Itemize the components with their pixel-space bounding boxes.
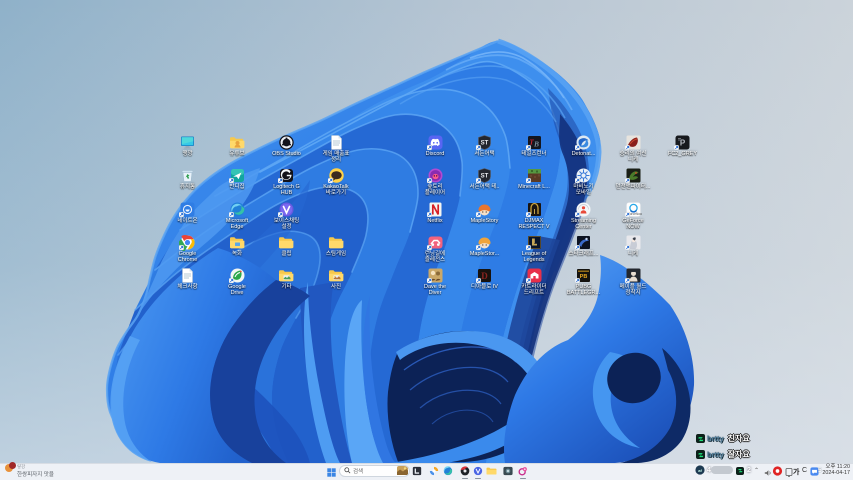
svg-text:B: B: [532, 140, 538, 149]
svg-text:D: D: [481, 271, 488, 281]
svg-text:P: P: [680, 139, 686, 148]
svg-text:ST: ST: [481, 141, 489, 147]
svg-text:ST: ST: [481, 174, 489, 180]
svg-text:PB: PB: [580, 274, 588, 280]
